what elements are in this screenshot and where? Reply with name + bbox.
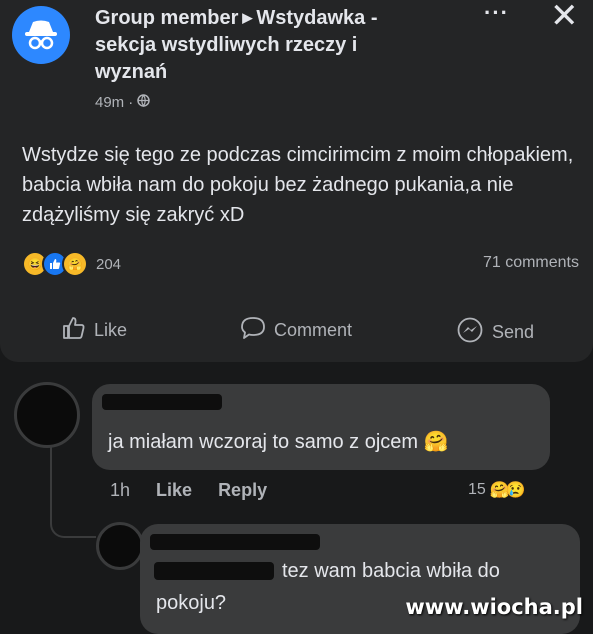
reply-avatar[interactable] [96, 522, 144, 570]
comment-text-content: ja miałam wczoraj to samo z ojcem [108, 431, 419, 453]
post-header: Group member ▶ Wstydawka - sekcja wstydliw… [95, 4, 435, 86]
post-card: Group member ▶ Wstydawka - sekcja wstydliw… [0, 0, 593, 362]
watermark: www.wiocha.pl [405, 595, 583, 619]
messenger-icon [456, 316, 484, 349]
author-name[interactable]: Group member [95, 7, 238, 29]
post-text: Wstydze się tego ze podczas cimcirimcim … [22, 144, 574, 226]
commenter-name-redacted[interactable] [102, 394, 222, 410]
care-reaction-icon: 🤗 [62, 251, 88, 277]
thread-line [50, 444, 96, 538]
more-options-icon[interactable]: ··· [484, 0, 509, 26]
send-label: Send [492, 322, 535, 342]
anonymous-avatar-icon[interactable] [12, 6, 70, 64]
reply-name-redacted[interactable] [150, 534, 320, 550]
like-label: Like [94, 320, 128, 340]
comment-bubble-icon [240, 316, 266, 345]
comment-button[interactable]: Comment [240, 316, 352, 345]
comment-reactions[interactable]: 15 🤗 😢 [468, 480, 526, 500]
comments-section: ja miałam wczoraj to samo z ojcem 🤗 1h L… [0, 362, 593, 634]
comment-text: ja miałam wczoraj to samo z ojcem 🤗 [108, 428, 449, 456]
post-time[interactable]: 49m [95, 94, 124, 111]
commenter-avatar[interactable] [14, 382, 80, 448]
like-button[interactable]: Like [62, 316, 127, 345]
mention-redacted[interactable] [154, 562, 274, 580]
post-meta: 49m · [95, 94, 150, 111]
comment-reaction-count: 15 [468, 481, 486, 498]
comment-meta: 1h Like Reply [110, 480, 267, 501]
reply-text-line1: tez wam babcia wbiła do [282, 560, 500, 582]
close-icon[interactable]: ✕ [550, 0, 579, 36]
globe-icon [137, 94, 150, 111]
comment-like-button[interactable]: Like [156, 480, 192, 501]
comment-time[interactable]: 1h [110, 480, 130, 501]
reply-text-line2: pokoju? [156, 592, 227, 614]
meta-dot: · [128, 94, 134, 111]
hug-emoji-icon: 🤗 [418, 431, 449, 453]
send-button[interactable]: Send [456, 316, 534, 349]
comments-count[interactable]: 71 comments [483, 254, 579, 272]
arrow-right-icon: ▶ [242, 10, 253, 25]
sad-reaction-icon: 😢 [505, 482, 526, 499]
comment-reply-button[interactable]: Reply [218, 480, 267, 501]
reaction-count: 204 [96, 255, 122, 273]
post-reactions[interactable]: 😆 🤗 204 [22, 251, 121, 277]
comment-label: Comment [274, 320, 353, 340]
thumbs-up-icon [62, 316, 86, 345]
comment-bubble: ja miałam wczoraj to samo z ojcem 🤗 [92, 384, 550, 470]
post-actions-bar: Like Comment Send [0, 300, 593, 360]
